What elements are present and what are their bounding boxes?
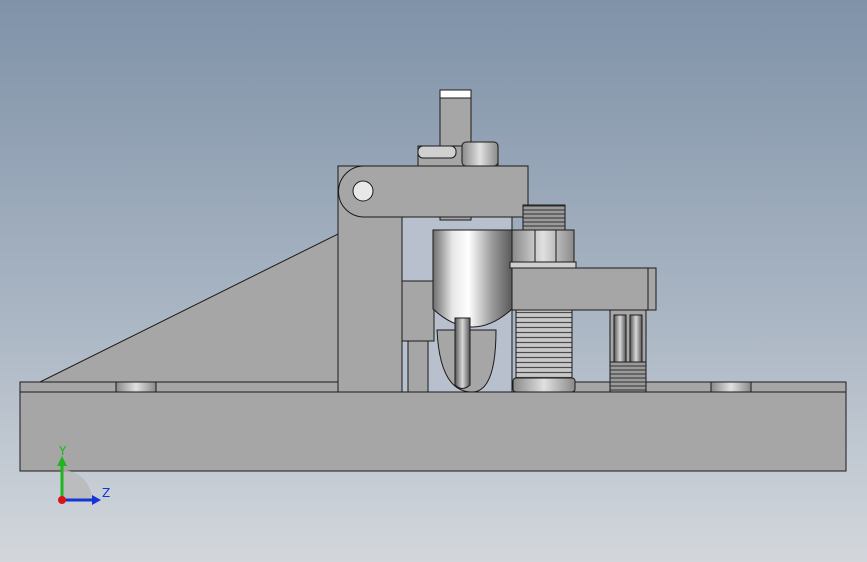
guide-stem (407, 340, 429, 393)
pivot-pin-hole (352, 180, 374, 202)
base-bolt-head-right (710, 381, 752, 393)
roller-pin (454, 317, 471, 389)
base-left-step (19, 381, 339, 393)
adjust-stud-top (522, 204, 566, 231)
model-view[interactable]: Y Z (0, 0, 867, 562)
locating-pin-thread (609, 361, 647, 393)
pressure-roller[interactable] (432, 229, 513, 328)
base-bolt-head-left (115, 381, 157, 393)
hex-nut[interactable] (511, 229, 575, 263)
top-pin-clip (417, 145, 457, 159)
right-clamp-bar[interactable] (511, 267, 657, 311)
fixture-assembly[interactable] (19, 89, 847, 472)
base-plate[interactable] (19, 391, 847, 472)
triad-origin-arc (62, 470, 92, 500)
triad-z-label: Z (102, 486, 110, 500)
threaded-stud[interactable] (515, 309, 573, 383)
triad-x-dot (58, 496, 66, 504)
stud-bottom-nut (512, 377, 576, 393)
triad-y-label: Y (58, 444, 67, 458)
locating-pin-shank-b (629, 314, 643, 363)
support-gusset[interactable] (39, 233, 339, 383)
cad-viewport[interactable]: Y Z (0, 0, 867, 562)
nut-washer (509, 261, 577, 269)
top-pin-head (461, 141, 499, 167)
locating-pin-shank-a (613, 314, 627, 363)
triad-z-arrow (92, 495, 101, 505)
rod-top-face (439, 89, 472, 99)
guide-block (401, 280, 435, 342)
